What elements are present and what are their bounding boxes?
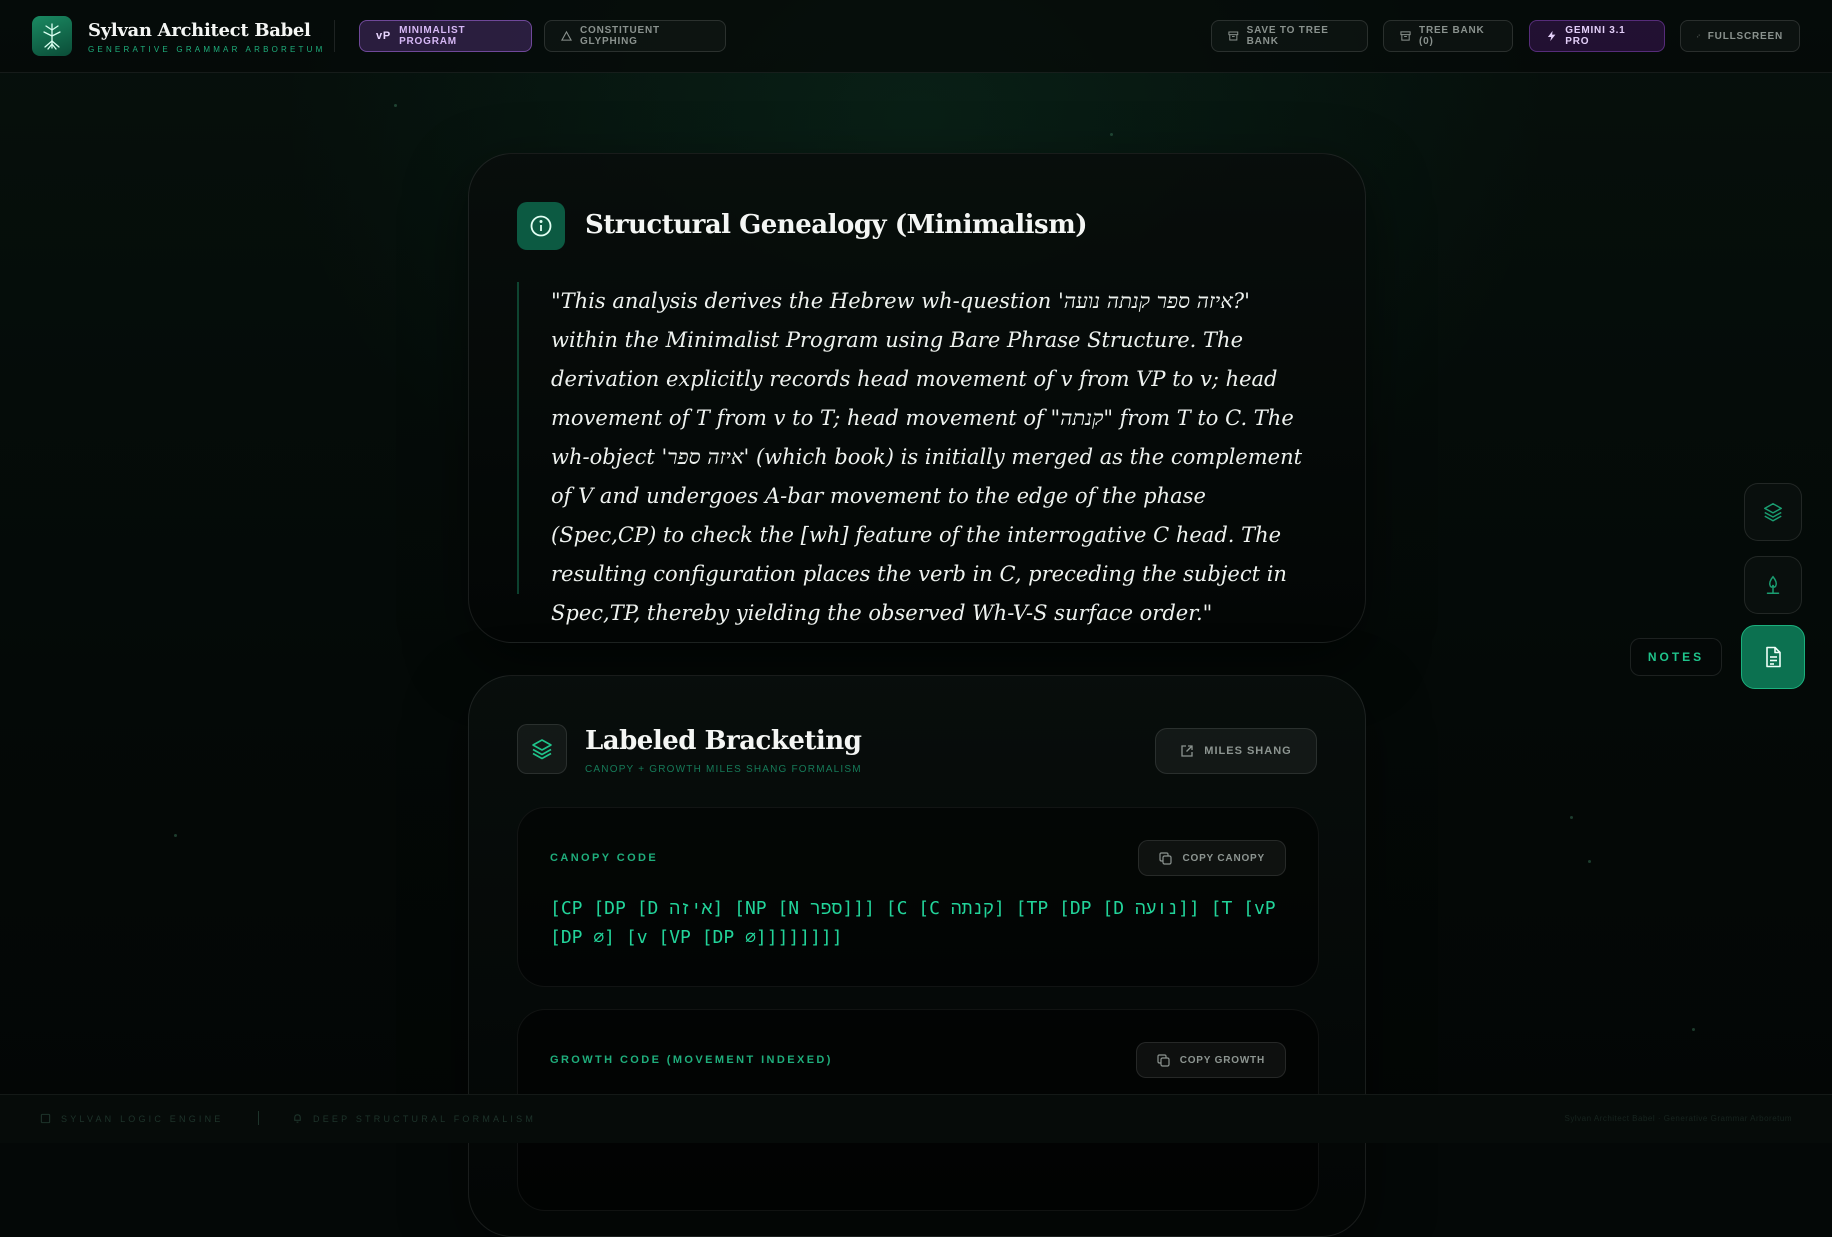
mode-minimalist-program-button[interactable]: vP MINIMALIST PROGRAM xyxy=(359,20,532,52)
footer-divider xyxy=(258,1111,259,1125)
archive-icon xyxy=(1400,31,1411,41)
save-to-tree-bank-button[interactable]: SAVE TO TREE BANK xyxy=(1211,20,1368,52)
canopy-code: [CP [DP [D איזה] [NP [N ספר]]] [C [C קנת… xyxy=(550,898,1276,948)
vp-tag: vP xyxy=(376,30,392,42)
layers-icon xyxy=(532,739,552,760)
miles-shang-button[interactable]: MILES SHANG xyxy=(1155,728,1317,774)
cube-icon xyxy=(40,1113,51,1124)
tree-icon xyxy=(1766,575,1780,594)
miles-shang-label: MILES SHANG xyxy=(1204,745,1292,757)
mode-label: MINIMALIST PROGRAM xyxy=(399,25,466,47)
info-icon xyxy=(530,215,552,237)
app-logo xyxy=(32,16,72,56)
copy-canopy-label: COPY CANOPY xyxy=(1182,852,1265,864)
notes-tool-button[interactable] xyxy=(1741,625,1805,689)
app-subtitle: GENERATIVE GRAMMAR ARBORETUM xyxy=(88,45,326,54)
structural-genealogy-card: Structural Genealogy (Minimalism) "This … xyxy=(468,153,1366,643)
genealogy-text: "This analysis derives the Hebrew wh-que… xyxy=(517,282,1317,625)
canopy-code-panel: CANOPY CODE COPY CANOPY [CP [DP [D איזה]… xyxy=(517,807,1319,987)
layers-tool-button[interactable] xyxy=(1744,483,1802,541)
document-icon xyxy=(1766,646,1781,668)
external-link-icon xyxy=(1181,745,1193,757)
tree-bank-button[interactable]: TREE BANK (0) xyxy=(1383,20,1513,52)
model-label: GEMINI 3.1 PRO xyxy=(1565,25,1626,47)
copy-icon xyxy=(1157,1053,1170,1067)
labeled-bracketing-card: Labeled Bracketing CANOPY + GROWTH MILES… xyxy=(468,675,1366,1237)
save-label: SAVE TO TREE BANK xyxy=(1246,25,1329,47)
bracketing-subtitle: CANOPY + GROWTH MILES SHANG FORMALISM xyxy=(585,764,862,775)
archive-icon xyxy=(1228,31,1239,41)
footer-engine: SYLVAN LOGIC ENGINE xyxy=(40,1113,224,1124)
model-select-button[interactable]: GEMINI 3.1 PRO xyxy=(1529,20,1665,52)
top-bar: Sylvan Architect Babel GENERATIVE GRAMMA… xyxy=(0,0,1832,73)
mode-label: CONSTITUENT GLYPHING xyxy=(579,25,660,47)
layers-icon xyxy=(1764,503,1782,522)
lightning-icon xyxy=(1547,30,1556,42)
canopy-code-label: CANOPY CODE xyxy=(550,852,659,864)
footer-engine-label: SYLVAN LOGIC ENGINE xyxy=(61,1113,224,1124)
copy-growth-label: COPY GROWTH xyxy=(1179,1054,1265,1066)
bracketing-title: Labeled Bracketing xyxy=(585,726,862,756)
fullscreen-button[interactable]: FULLSCREEN xyxy=(1680,20,1800,52)
header-divider xyxy=(334,20,335,52)
tree-roots-icon xyxy=(43,23,61,50)
expand-icon xyxy=(1697,34,1700,38)
footer-right-text: Sylvan Architect Babel · Generative Gram… xyxy=(1564,1114,1792,1123)
footer-formalism: DEEP STRUCTURAL FORMALISM xyxy=(292,1113,536,1124)
info-icon-badge xyxy=(517,202,565,250)
footer-formalism-label: DEEP STRUCTURAL FORMALISM xyxy=(313,1113,537,1124)
copy-canopy-button[interactable]: COPY CANOPY xyxy=(1138,840,1286,876)
tree-bank-label: TREE BANK (0) xyxy=(1419,25,1485,47)
genealogy-title: Structural Genealogy (Minimalism) xyxy=(585,210,1088,240)
notes-tooltip: NOTES xyxy=(1630,638,1722,676)
copy-icon xyxy=(1159,851,1173,865)
app-title: Sylvan Architect Babel xyxy=(88,20,311,41)
footer-bar: SYLVAN LOGIC ENGINE DEEP STRUCTURAL FORM… xyxy=(0,1094,1832,1143)
copy-growth-button[interactable]: COPY GROWTH xyxy=(1135,1042,1286,1078)
bell-icon xyxy=(294,1114,301,1123)
fullscreen-label: FULLSCREEN xyxy=(1707,30,1783,42)
tree-tool-button[interactable] xyxy=(1744,556,1802,614)
mode-constituent-glyphing-button[interactable]: CONSTITUENT GLYPHING xyxy=(544,20,726,52)
layers-icon-badge xyxy=(517,724,567,774)
growth-code-label: GROWTH CODE (MOVEMENT INDEXED) xyxy=(550,1054,833,1066)
triangle-icon xyxy=(561,30,572,41)
